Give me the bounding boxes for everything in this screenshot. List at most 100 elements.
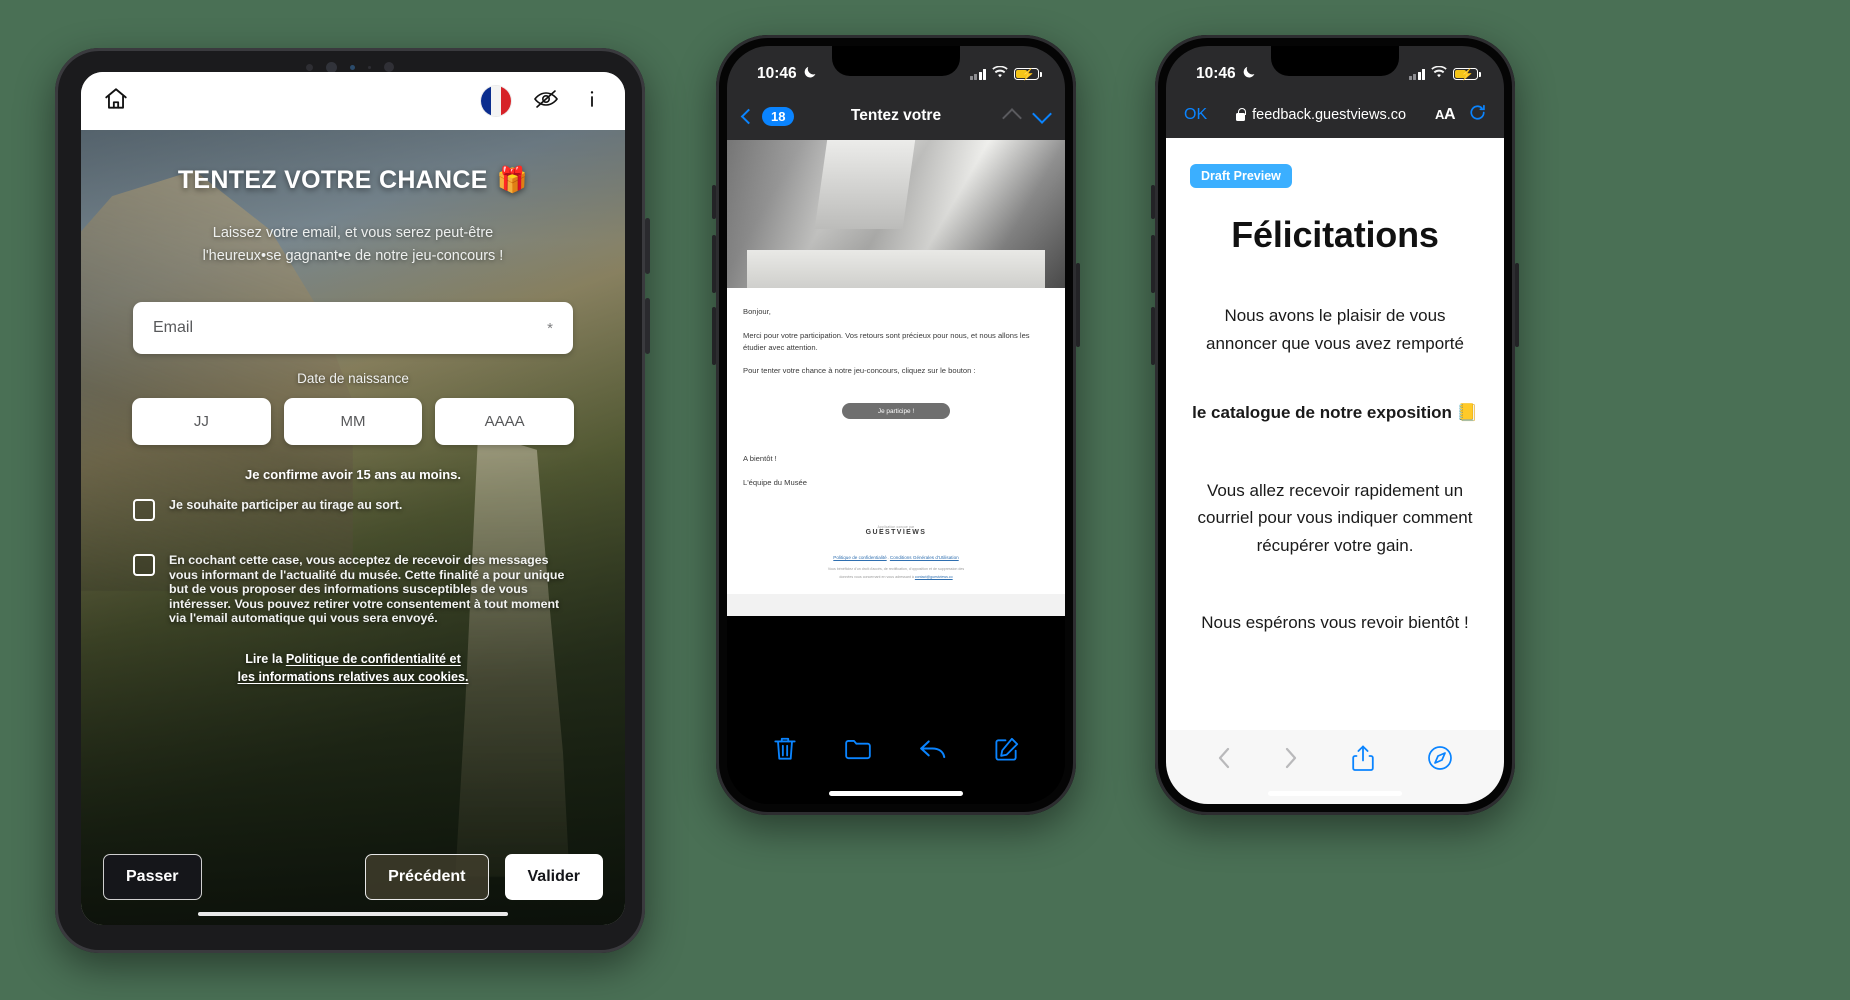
fr-flag-icon[interactable]: [481, 86, 511, 116]
phone-mute-switch[interactable]: [712, 185, 716, 219]
email-footer-text-1: Vous bénéficiez d'un droit d'accès, de r…: [827, 566, 965, 571]
dob-month-input[interactable]: MM: [283, 398, 423, 446]
safari-navigation-bar: OK feedback.guestviews.co AA: [1166, 92, 1504, 138]
phone-device-safari: 10:46 ⚡ OK feedback.guestviews.co AA Dra…: [1151, 35, 1519, 815]
lottery-checkbox[interactable]: [133, 499, 155, 522]
status-time-2: 10:46: [1196, 65, 1236, 82]
compass-icon[interactable]: [1427, 745, 1453, 776]
safari-url-text: feedback.guestviews.co: [1252, 107, 1407, 123]
phone-volume-down-button[interactable]: [712, 307, 716, 365]
email-bottom-strip: [727, 594, 1065, 617]
mail-message-body[interactable]: Bonjour, Merci pour votre participation.…: [727, 140, 1065, 716]
phone-notch: [832, 46, 960, 76]
signal-bars-icon: [969, 68, 986, 80]
mail-navigation-bar: 18 Tentez votre: [727, 92, 1065, 140]
date-of-birth-group: JJ MM AAAA: [132, 398, 575, 446]
email-brand-block: Application conçue par GUESTVIEWS: [727, 511, 1065, 542]
phone-volume-up-button[interactable]: [712, 235, 716, 293]
dob-day-input[interactable]: JJ: [132, 398, 271, 446]
chevron-down-icon[interactable]: [1032, 103, 1052, 124]
campaign-hero: TENTEZ VOTRE CHANCE 🎁 Laissez votre emai…: [81, 130, 625, 925]
reload-icon[interactable]: [1469, 104, 1486, 126]
chevron-right-icon[interactable]: [1284, 746, 1298, 775]
safari-home-indicator[interactable]: [1268, 791, 1402, 796]
chevron-left-icon[interactable]: [1217, 746, 1231, 775]
email-closing: A bientôt !: [743, 454, 777, 464]
tablet-volume-down-button[interactable]: [645, 298, 650, 354]
wifi-icon: [1431, 65, 1447, 83]
phone-volume-down-button-2[interactable]: [1151, 307, 1155, 365]
date-of-birth-label: Date de naissance: [297, 371, 409, 387]
skip-button[interactable]: Passer: [103, 854, 202, 900]
mail-back-button[interactable]: 18: [740, 106, 795, 126]
email-text-block: Bonjour, Merci pour votre participation.…: [727, 288, 1065, 399]
email-greeting: Bonjour,: [743, 307, 771, 316]
consent-row-lottery[interactable]: Je souhaite participer au tirage au sort…: [133, 498, 573, 522]
phone-device-mail: 10:46 ⚡ 18 Tentez votre Bonjour, Merci p…: [712, 35, 1080, 815]
email-cta-button[interactable]: Je participe !: [842, 403, 950, 420]
tablet-volume-up-button[interactable]: [645, 218, 650, 274]
form-action-bar: Passer Précédent Valider: [81, 829, 625, 925]
email-paragraph-1: Merci pour votre participation. Vos reto…: [743, 330, 1030, 352]
privacy-policy-link-line2[interactable]: les informations relatives aux cookies.: [238, 670, 469, 684]
congrats-paragraph-3: Nous espérons vous revoir bientôt !: [1201, 613, 1469, 633]
trash-icon[interactable]: [772, 735, 798, 763]
status-time: 10:46: [757, 65, 797, 82]
email-footer-privacy-link[interactable]: Politique de confidentialité: [833, 555, 886, 560]
phone-notch-2: [1271, 46, 1399, 76]
validate-button[interactable]: Valider: [504, 854, 603, 900]
hero-subtitle: Laissez votre email, et vous serez peut-…: [203, 222, 504, 268]
newsletter-checkbox-label: En cochant cette case, vous acceptez de …: [169, 553, 565, 626]
reply-arrow-icon[interactable]: [918, 736, 948, 762]
chevron-up-icon[interactable]: [1002, 108, 1022, 128]
email-footer-contact-link[interactable]: contact@guestviews.co: [915, 575, 953, 579]
email-required-marker: *: [547, 319, 553, 337]
consent-row-newsletter[interactable]: En cochant cette case, vous acceptez de …: [133, 553, 573, 626]
gift-icon: 🎁: [496, 166, 529, 194]
battery-charging-icon: ⚡: [1014, 67, 1042, 81]
congrats-paragraph-1: Nous avons le plaisir de vous annoncer q…: [1206, 306, 1464, 353]
email-brand-name: GUESTVIEWS: [865, 528, 927, 536]
safari-done-button[interactable]: OK: [1184, 106, 1207, 124]
app-top-bar: [81, 72, 625, 130]
text-size-icon[interactable]: AA: [1435, 106, 1455, 124]
phone-power-button-2[interactable]: [1515, 263, 1519, 347]
prize-label: le catalogue de notre exposition: [1192, 403, 1452, 423]
email-footer-text-2: données vous concernant en vous adressan…: [839, 574, 915, 579]
page-heading: Félicitations: [1231, 214, 1439, 255]
phone-volume-up-button-2[interactable]: [1151, 235, 1155, 293]
share-upload-icon[interactable]: [1352, 744, 1374, 777]
notebook-icon: 📒: [1456, 403, 1478, 423]
email-card: Bonjour, Merci pour votre participation.…: [727, 140, 1065, 617]
email-closing-block: A bientôt ! L'équipe du Musée: [727, 435, 1065, 511]
eye-preview-icon[interactable]: [533, 88, 559, 115]
dob-year-input[interactable]: AAAA: [435, 398, 575, 446]
lottery-checkbox-label: Je souhaite participer au tirage au sort…: [169, 498, 403, 513]
draft-preview-badge: Draft Preview: [1190, 164, 1292, 188]
phone-mute-switch-2[interactable]: [1151, 185, 1155, 219]
mail-home-indicator[interactable]: [829, 791, 963, 796]
tablet-home-indicator[interactable]: [198, 912, 508, 916]
privacy-policy-link-line1[interactable]: Politique de confidentialité et: [286, 652, 461, 666]
folder-icon[interactable]: [844, 736, 872, 762]
lock-icon: [1236, 107, 1246, 121]
chevron-left-icon[interactable]: [740, 108, 757, 124]
safari-address-bar[interactable]: feedback.guestviews.co: [1236, 107, 1406, 123]
congrats-paragraph-2: Vous allez recevoir rapidement un courri…: [1197, 480, 1473, 555]
email-footer: Politique de confidentialité - Condition…: [727, 542, 1065, 595]
email-footer-terms-link[interactable]: Conditions Générales d'Utilisation: [890, 555, 959, 560]
privacy-policy-prefix: Lire la: [245, 651, 286, 666]
home-icon[interactable]: [103, 86, 129, 117]
email-input-placeholder: Email: [153, 319, 194, 337]
email-paragraph-2: Pour tenter votre chance à notre jeu-con…: [743, 366, 976, 376]
email-input[interactable]: Email *: [133, 302, 573, 355]
previous-button[interactable]: Précédent: [365, 854, 489, 900]
tablet-screen: TENTEZ VOTRE CHANCE 🎁 Laissez votre emai…: [81, 72, 625, 925]
phone-power-button[interactable]: [1076, 263, 1080, 347]
hero-subtitle-line1: Laissez votre email, et vous serez peut-…: [212, 225, 494, 241]
info-icon[interactable]: [581, 88, 603, 115]
page-title: TENTEZ VOTRE CHANCE 🎁: [178, 166, 528, 195]
newsletter-checkbox[interactable]: [133, 554, 155, 577]
compose-pencil-icon[interactable]: [994, 736, 1020, 762]
signal-bars-icon: [1408, 68, 1425, 80]
